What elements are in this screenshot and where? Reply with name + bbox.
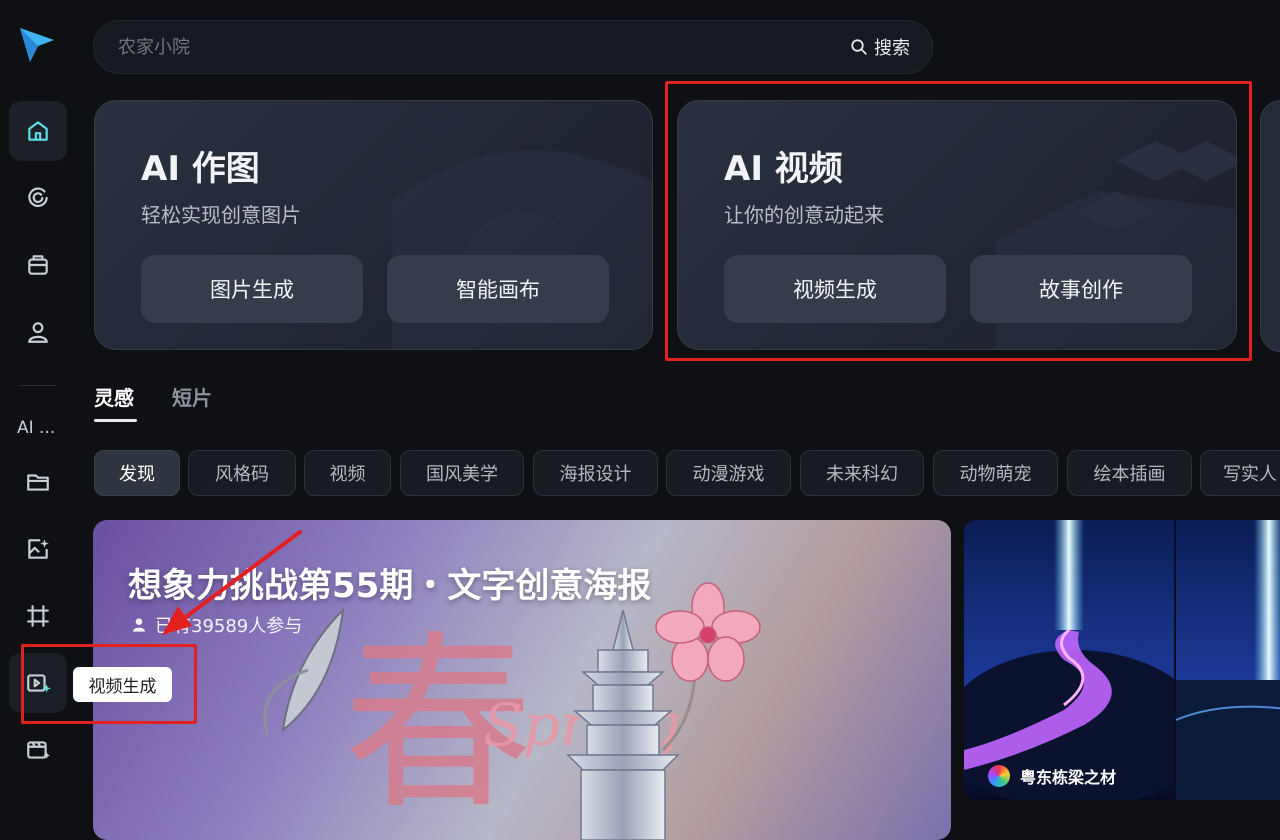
work-card[interactable]: 粤东栋梁之材	[964, 520, 1280, 800]
banner-participants: 已有39589人参与	[131, 612, 302, 638]
work-thumbnail	[964, 520, 1280, 800]
explore-icon	[28, 187, 48, 207]
story-board-icon	[27, 741, 50, 759]
sidebar-item-assets[interactable]	[9, 452, 67, 512]
toolbox-icon	[28, 255, 48, 275]
folder-icon	[27, 474, 49, 491]
search-bar: 搜索	[93, 20, 933, 74]
tab-active-indicator	[94, 419, 137, 422]
chip-style-code[interactable]: 风格码	[188, 450, 296, 496]
sidebar-item-home[interactable]	[9, 101, 67, 161]
sidebar-item-explore[interactable]	[9, 168, 67, 228]
feature-card-ai-image: AI 作图 轻松实现创意图片 图片生成 智能画布	[94, 100, 653, 350]
chip-sci-fi[interactable]: 未来科幻	[800, 450, 924, 496]
search-button[interactable]: 搜索	[850, 34, 910, 60]
search-button-label: 搜索	[874, 38, 910, 59]
search-input[interactable]	[116, 35, 850, 59]
chip-video[interactable]: 视频	[304, 450, 391, 496]
user-icon	[133, 618, 145, 632]
sidebar-item-profile[interactable]	[9, 302, 67, 362]
sidebar-item-storyboard[interactable]	[9, 720, 67, 780]
app-logo[interactable]	[18, 24, 56, 64]
chip-realistic[interactable]: 写实人	[1200, 450, 1280, 496]
work-author[interactable]: 粤东栋梁之材	[988, 764, 1116, 788]
feature-card-next[interactable]	[1260, 100, 1280, 352]
sidebar-item-toolbox[interactable]	[9, 235, 67, 295]
user-icon	[28, 322, 48, 343]
banner-title: 想象力挑战第55期・文字创意海报	[128, 566, 652, 606]
avatar	[988, 765, 1010, 787]
home-icon	[28, 121, 48, 141]
image-generate-button[interactable]: 图片生成	[141, 255, 363, 323]
sidebar-section-label: AI ...	[17, 418, 56, 438]
image-edit-icon	[28, 539, 49, 559]
annotation-highlight-box	[665, 81, 1252, 361]
chip-discover[interactable]: 发现	[94, 450, 180, 496]
chip-poster-design[interactable]: 海报设计	[533, 450, 658, 496]
tab-inspiration[interactable]: 灵感	[94, 382, 134, 411]
chip-picture-book[interactable]: 绘本插画	[1067, 450, 1192, 496]
tab-shorts[interactable]: 短片	[172, 382, 212, 411]
sidebar-divider	[20, 385, 56, 386]
card-subtitle: 轻松实现创意图片	[141, 203, 301, 227]
crop-icon	[27, 605, 49, 627]
challenge-banner[interactable]: 春 Spring 想象力挑战第55期・文字创意海报 已有39589人参与	[93, 520, 951, 840]
sidebar-item-image-edit[interactable]	[9, 519, 67, 579]
search-icon	[851, 39, 867, 55]
author-name: 粤东栋梁之材	[1020, 768, 1117, 787]
smart-canvas-button[interactable]: 智能画布	[387, 255, 609, 323]
chip-anime-games[interactable]: 动漫游戏	[666, 450, 791, 496]
card-title: AI 作图	[141, 149, 260, 189]
chip-pets[interactable]: 动物萌宠	[933, 450, 1058, 496]
sidebar-item-crop[interactable]	[9, 586, 67, 646]
participants-count: 已有39589人参与	[155, 616, 303, 637]
annotation-highlight-box	[21, 644, 197, 724]
chip-chinese-aesthetics[interactable]: 国风美学	[400, 450, 524, 496]
